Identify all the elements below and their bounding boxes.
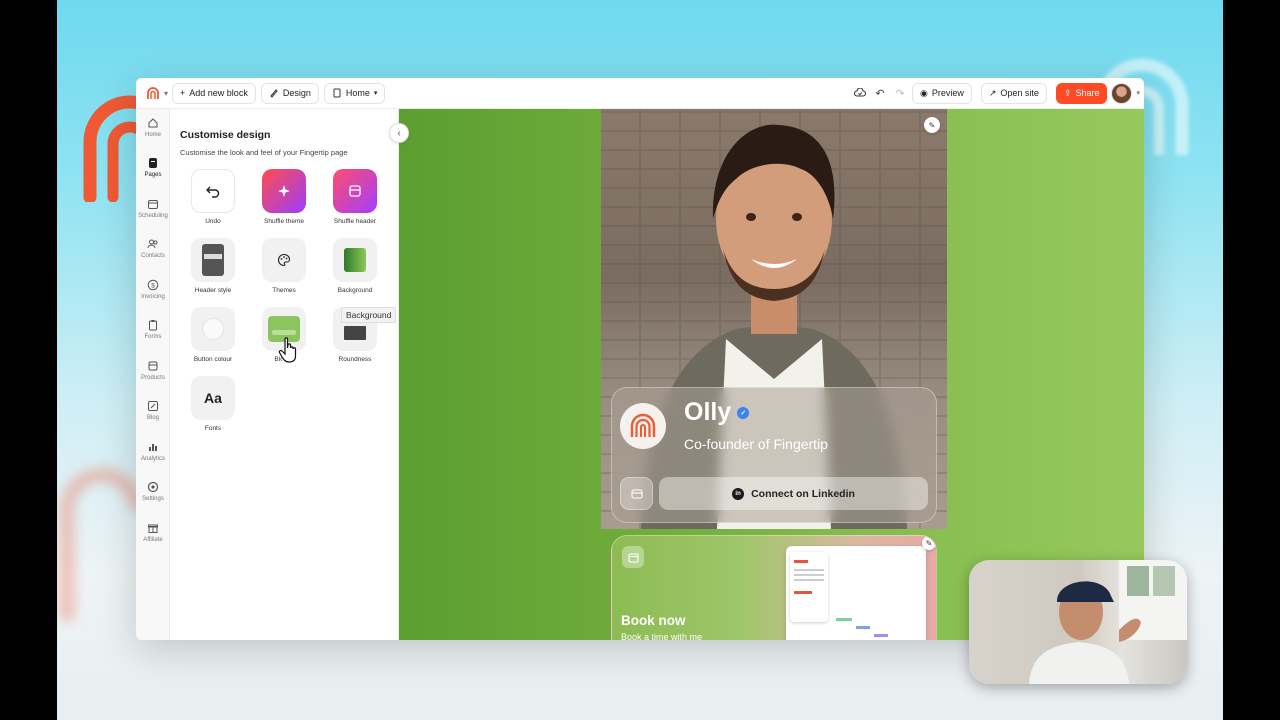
undo-icon[interactable]: ↶ bbox=[872, 85, 888, 101]
dollar-icon: $ bbox=[147, 279, 159, 291]
calendar-icon bbox=[622, 546, 644, 568]
clipboard-icon bbox=[149, 320, 157, 331]
eye-icon: ◉ bbox=[919, 87, 928, 98]
hand-cursor-icon bbox=[278, 337, 297, 363]
calendar-icon bbox=[148, 200, 158, 209]
chevron-down-icon[interactable]: ▾ bbox=[164, 89, 168, 98]
chevron-down-icon: ▾ bbox=[373, 90, 378, 97]
booking-subtitle: Book a time with me bbox=[621, 632, 703, 640]
pencil-icon bbox=[148, 401, 158, 411]
undo-icon bbox=[191, 169, 235, 213]
presenter-video bbox=[1029, 560, 1187, 684]
fonts-icon: Aa bbox=[191, 376, 235, 420]
gear-icon bbox=[147, 481, 159, 493]
nav-item-pages[interactable]: Pages bbox=[136, 157, 170, 178]
preview-button[interactable]: ◉ Preview bbox=[911, 82, 972, 104]
panel-title: Customise design bbox=[180, 129, 271, 141]
booking-preview-image bbox=[786, 546, 926, 640]
box-icon bbox=[148, 361, 158, 371]
edit-header-button[interactable]: ✎ bbox=[924, 117, 940, 133]
webcam-overlay bbox=[969, 560, 1187, 684]
profile-role: Co-founder of Fingertip bbox=[684, 436, 828, 452]
themes-tile[interactable]: Themes bbox=[248, 238, 320, 294]
shuffle-theme-tile[interactable]: Shuffle theme bbox=[248, 169, 320, 225]
nav-item-analytics[interactable]: Analytics bbox=[136, 441, 170, 462]
nav-item-home[interactable]: Home bbox=[136, 117, 170, 138]
sparkle-icon bbox=[262, 169, 306, 213]
button-colour-icon bbox=[191, 307, 235, 351]
booking-title: Book now bbox=[621, 613, 686, 628]
background-swatch-icon bbox=[333, 238, 377, 282]
svg-text:$: $ bbox=[151, 282, 155, 289]
upload-icon: ⇪ bbox=[1063, 87, 1072, 98]
customise-design-panel: Customise design Customise the look and … bbox=[171, 109, 399, 640]
tooltip: Background bbox=[341, 307, 397, 323]
header-style-icon bbox=[191, 238, 235, 282]
app-window: ▾ + Add new block Design Home ▾ ↶ ↷ ◉ Pr… bbox=[136, 78, 1144, 640]
nav-item-products[interactable]: Products bbox=[136, 360, 170, 381]
panel-subtitle: Customise the look and feel of your Fing… bbox=[180, 148, 348, 157]
header-style-tile[interactable]: Header style bbox=[177, 238, 249, 294]
gift-icon bbox=[148, 524, 158, 533]
home-icon bbox=[148, 118, 158, 128]
pencil-icon: ✎ bbox=[928, 120, 936, 130]
message-button[interactable] bbox=[620, 477, 653, 510]
linkedin-icon: in bbox=[732, 487, 745, 500]
external-link-icon: ↗ bbox=[988, 87, 997, 98]
nav-item-forms[interactable]: Forms bbox=[136, 319, 170, 340]
open-site-button[interactable]: ↗ Open site bbox=[980, 82, 1047, 104]
top-bar: ▾ + Add new block Design Home ▾ ↶ ↷ ◉ Pr… bbox=[136, 78, 1144, 109]
connect-linkedin-button[interactable]: in Connect on Linkedin bbox=[659, 477, 928, 510]
sidebar-nav: Home Pages Scheduling Contacts $ Invoici… bbox=[136, 109, 170, 640]
bar-chart-icon bbox=[149, 444, 157, 451]
page-select[interactable]: Home ▾ bbox=[323, 82, 386, 104]
fingertip-logo-decoration bbox=[60, 468, 144, 620]
nav-item-blog[interactable]: Blog bbox=[136, 400, 170, 421]
chevron-left-icon: ‹ bbox=[397, 127, 401, 139]
nav-item-affiliate[interactable]: Affiliate bbox=[136, 522, 170, 543]
user-avatar[interactable] bbox=[1111, 82, 1133, 104]
background-tile[interactable]: Background bbox=[319, 238, 391, 294]
contacts-icon bbox=[147, 239, 158, 249]
plus-icon: + bbox=[180, 88, 186, 98]
header-icon bbox=[333, 169, 377, 213]
nav-item-invoicing[interactable]: $ Invoicing bbox=[136, 279, 170, 300]
profile-card[interactable]: Olly ✓ Co-founder of Fingertip in Connec… bbox=[611, 387, 937, 523]
page-icon bbox=[333, 88, 341, 98]
fonts-tile[interactable]: Aa Fonts bbox=[177, 376, 249, 432]
fingertip-icon bbox=[147, 87, 159, 99]
profile-name: Olly ✓ bbox=[684, 398, 750, 427]
nav-item-scheduling[interactable]: Scheduling bbox=[136, 198, 170, 219]
button-colour-tile[interactable]: Button colour bbox=[177, 307, 249, 363]
mail-icon bbox=[630, 488, 643, 499]
undo-tile[interactable]: Undo bbox=[177, 169, 249, 225]
add-new-block-button[interactable]: + Add new block bbox=[172, 82, 256, 104]
edit-block-button[interactable]: ✎ bbox=[922, 536, 936, 550]
collapse-panel-button[interactable]: ‹ bbox=[389, 123, 409, 143]
chevron-down-icon[interactable]: ▾ bbox=[1136, 89, 1140, 97]
fingertip-logo bbox=[630, 413, 656, 437]
pencil-icon: ✎ bbox=[925, 538, 933, 548]
verified-badge-icon: ✓ bbox=[737, 406, 750, 419]
design-button[interactable]: Design bbox=[260, 82, 319, 104]
palette-icon bbox=[262, 238, 306, 282]
cloud-saved-icon[interactable] bbox=[852, 85, 868, 101]
nav-item-contacts[interactable]: Contacts bbox=[136, 238, 170, 259]
shuffle-header-tile[interactable]: Shuffle header bbox=[319, 169, 391, 225]
pages-icon bbox=[149, 158, 157, 168]
brush-icon bbox=[270, 89, 278, 98]
redo-icon[interactable]: ↷ bbox=[892, 85, 908, 101]
profile-avatar bbox=[620, 403, 666, 449]
share-button[interactable]: ⇪ Share bbox=[1055, 82, 1108, 104]
booking-card[interactable]: ✎ Book now Book a time with me bbox=[611, 535, 937, 640]
nav-item-settings[interactable]: Settings bbox=[136, 481, 170, 502]
